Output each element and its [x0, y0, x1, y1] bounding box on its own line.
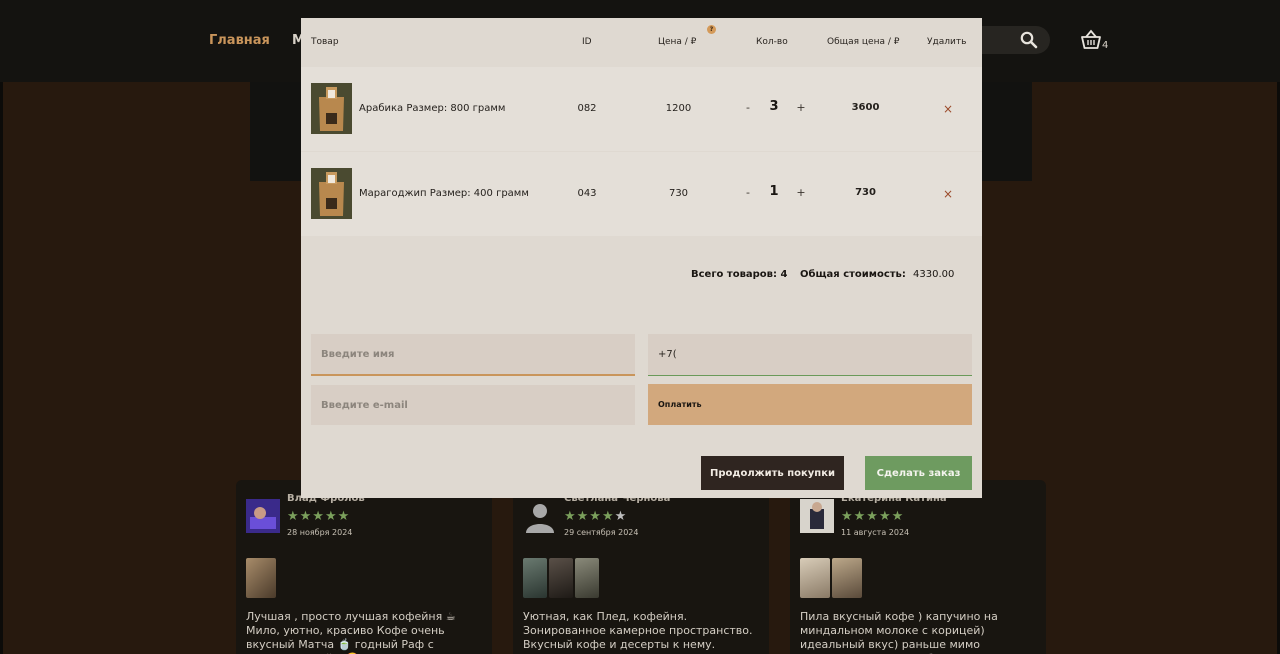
column-header-product: Товар — [311, 37, 339, 47]
rating-stars: ★★★★★ — [287, 509, 351, 524]
review-photo[interactable] — [549, 558, 573, 598]
name-input[interactable] — [311, 334, 635, 376]
review-photo[interactable] — [575, 558, 599, 598]
review-text: Пила вкусный кофе ) капучино на миндальн… — [800, 610, 998, 654]
column-header-remove: Удалить — [927, 37, 967, 47]
pay-button[interactable]: Оплатить — [648, 384, 972, 425]
review-text: Лучшая , просто лучшая кофейня ☕ Мило, у… — [246, 610, 456, 654]
avatar — [523, 499, 557, 533]
total-cost-label: Общая стоимость: — [800, 269, 906, 280]
qty-decrease-button[interactable]: - — [742, 101, 754, 114]
qty-value: 3 — [769, 99, 779, 114]
review-date: 29 сентября 2024 — [564, 528, 639, 537]
cart-row: Арабика Размер: 800 грамм 082 1200 - 3 +… — [301, 67, 982, 151]
qty-increase-button[interactable]: + — [795, 186, 807, 199]
basket-count-badge: 4 — [1102, 40, 1109, 51]
cart-modal: Товар ID Цена / ₽ ? Кол-во Общая цена / … — [301, 18, 982, 498]
column-header-price: Цена / ₽ — [658, 37, 697, 47]
review-photo[interactable] — [800, 558, 830, 598]
product-name: Арабика Размер: 800 грамм — [359, 103, 506, 114]
review-date: 28 ноября 2024 — [287, 528, 353, 537]
product-name: Марагоджип Размер: 400 грамм — [359, 188, 529, 199]
product-price: 1200 — [665, 103, 692, 114]
review-text: Уютная, как Плед, кофейня. Зонированное … — [523, 610, 753, 654]
basket-icon[interactable] — [1080, 29, 1102, 51]
review-card: Влад Фролов ★★★★★ 28 ноября 2024 Лучшая … — [236, 480, 492, 654]
remove-item-button[interactable]: × — [941, 187, 955, 201]
phone-input[interactable] — [648, 334, 972, 376]
column-header-id: ID — [582, 37, 592, 47]
product-id: 043 — [577, 188, 597, 199]
review-photo[interactable] — [832, 558, 862, 598]
column-header-qty: Кол-во — [756, 37, 788, 47]
review-photo[interactable] — [246, 558, 276, 598]
help-icon[interactable]: ? — [707, 25, 716, 34]
rating-stars: ★★★★★ — [841, 509, 905, 524]
review-card: Светлана Чернова ★★★★★ 29 сентября 2024 … — [513, 480, 769, 654]
continue-shopping-button[interactable]: Продолжить покупки — [701, 456, 844, 490]
review-photos — [246, 558, 276, 598]
nav-link-home[interactable]: Главная — [209, 33, 270, 48]
avatar — [246, 499, 280, 533]
qty-increase-button[interactable]: + — [795, 101, 807, 114]
product-image — [311, 168, 352, 219]
row-total: 3600 — [851, 102, 880, 113]
email-input[interactable] — [311, 385, 635, 425]
review-photo[interactable] — [523, 558, 547, 598]
review-card: Екатерина Катина ★★★★★ 11 августа 2024 П… — [790, 480, 1046, 654]
rating-stars: ★★★★★ — [564, 509, 628, 524]
row-total: 730 — [855, 187, 876, 198]
search-icon[interactable] — [1020, 31, 1038, 49]
review-photos — [800, 558, 862, 598]
qty-value: 1 — [769, 184, 779, 199]
cart-row: Марагоджип Размер: 400 грамм 043 730 - 1… — [301, 152, 982, 236]
total-cost-value: 4330.00 — [913, 269, 955, 280]
product-id: 082 — [577, 103, 597, 114]
total-items-count: Всего товаров: 4 — [691, 269, 788, 280]
product-price: 730 — [668, 188, 689, 199]
column-header-total: Общая цена / ₽ — [827, 37, 900, 47]
review-date: 11 августа 2024 — [841, 528, 910, 537]
qty-decrease-button[interactable]: - — [742, 186, 754, 199]
avatar — [800, 499, 834, 533]
place-order-button[interactable]: Сделать заказ — [865, 456, 972, 490]
remove-item-button[interactable]: × — [941, 102, 955, 116]
product-image — [311, 83, 352, 134]
review-photos — [523, 558, 599, 598]
